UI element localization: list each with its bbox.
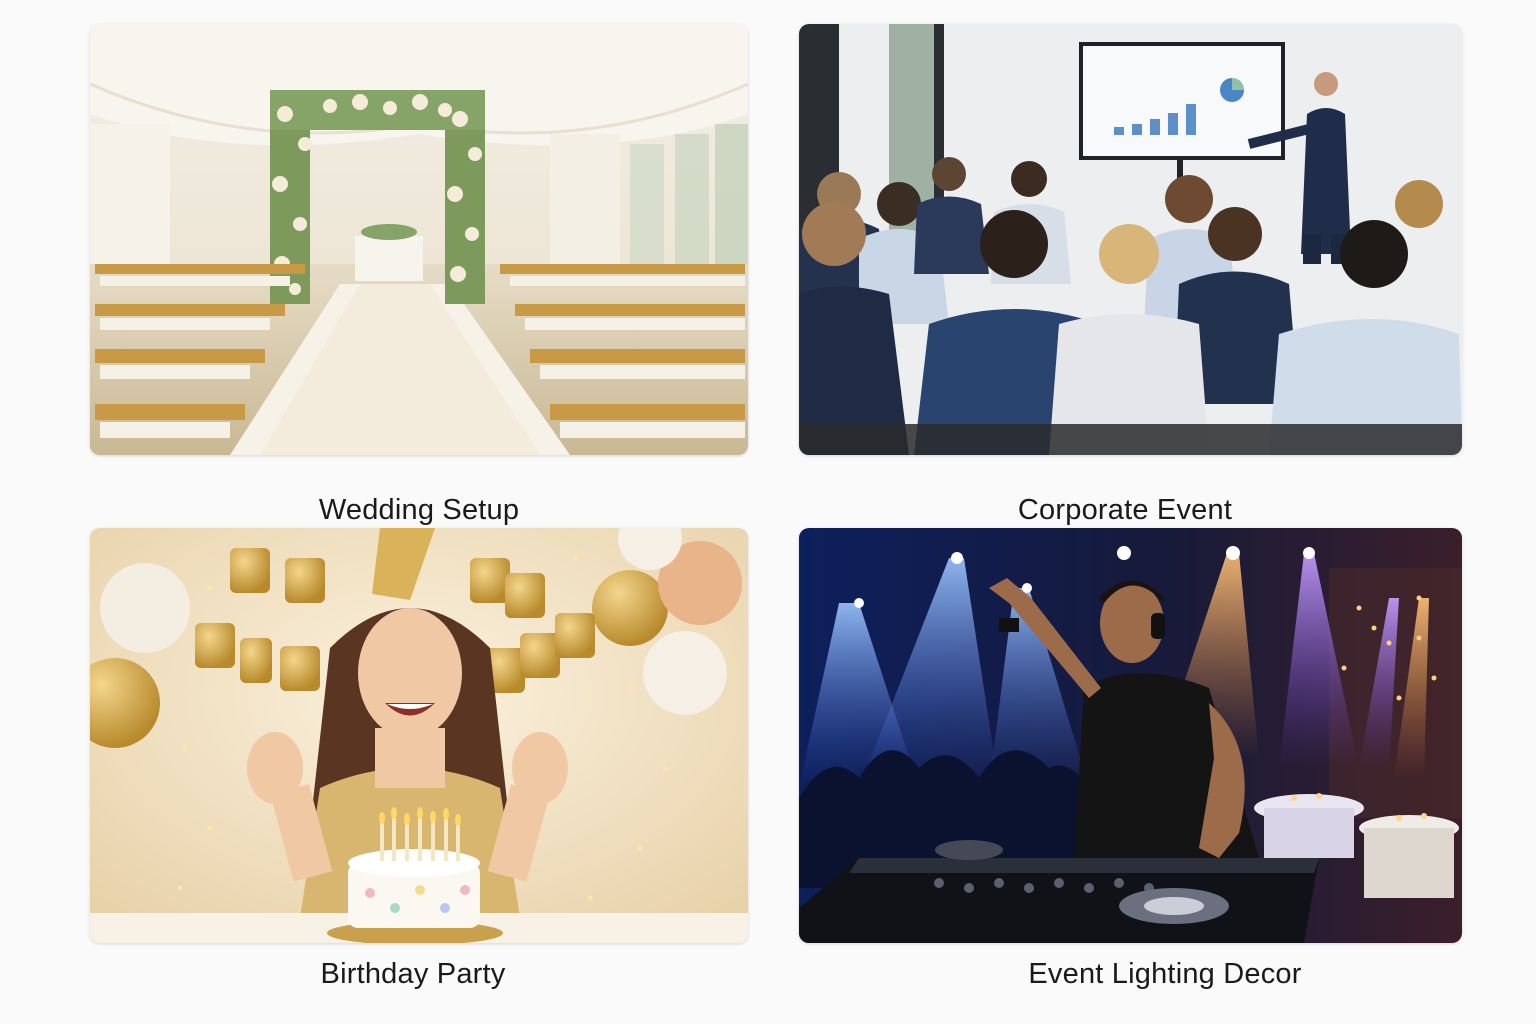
wedding-setup-photo[interactable] (90, 24, 748, 455)
wedding-setup-caption: Wedding Setup (318, 494, 520, 526)
event-lighting-decor-caption: Event Lighting Decor (1028, 958, 1302, 990)
gallery-card-wedding-setup[interactable]: Wedding Setup (90, 24, 748, 526)
birthday-party-caption: Birthday Party (320, 958, 506, 990)
gallery-card-event-lighting-decor[interactable]: Event Lighting Decor (799, 528, 1462, 998)
gallery-card-corporate-event[interactable]: Corporate Event (799, 24, 1462, 526)
birthday-party-photo[interactable] (90, 528, 748, 943)
gallery-card-birthday-party[interactable]: Birthday Party (90, 528, 748, 998)
event-gallery: Wedding Setup Corporate Event Birthday P… (0, 0, 1536, 1024)
corporate-event-photo[interactable] (799, 24, 1462, 455)
corporate-event-caption: Corporate Event (1017, 494, 1233, 526)
event-lighting-decor-photo[interactable] (799, 528, 1462, 943)
